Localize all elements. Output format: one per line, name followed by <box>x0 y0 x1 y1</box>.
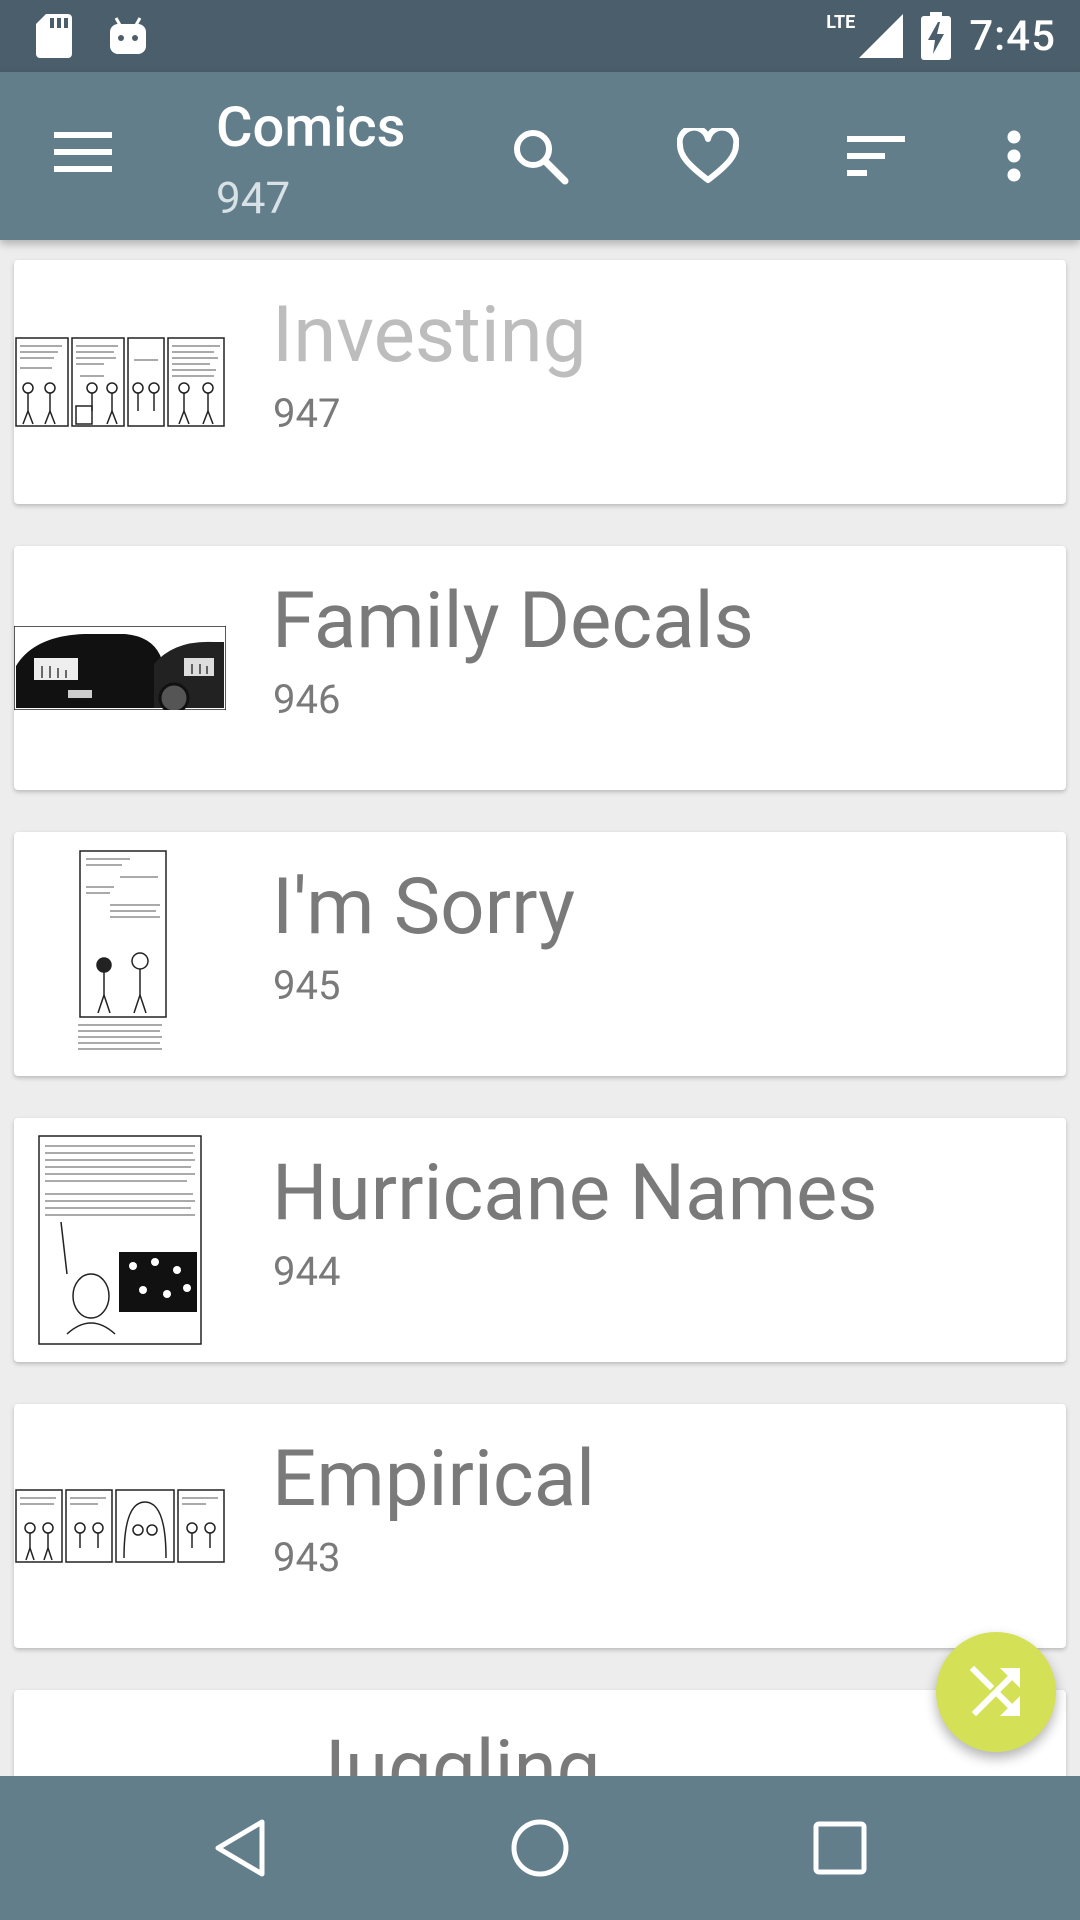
page-title: Comics <box>216 94 406 160</box>
android-icon <box>110 17 146 54</box>
comic-number: 945 <box>273 962 341 1009</box>
app-bar: Comics 947 <box>0 72 1080 240</box>
comic-card-empirical[interactable]: Empirical 943 <box>14 1404 1066 1648</box>
comic-title: Empirical <box>272 1434 596 1525</box>
shuffle-icon <box>970 1666 1021 1717</box>
comic-thumbnail <box>14 260 226 504</box>
comic-title: Juggling <box>302 1724 601 1776</box>
comic-number: 946 <box>273 676 341 723</box>
comic-number: 944 <box>273 1248 341 1295</box>
comic-card-juggling[interactable]: Juggling <box>14 1690 1066 1776</box>
signal-icon <box>859 14 904 58</box>
comic-title: Investing <box>272 290 587 381</box>
back-button[interactable] <box>204 1812 276 1884</box>
favorites-button[interactable] <box>672 120 744 192</box>
sort-icon <box>847 136 905 176</box>
menu-icon <box>54 132 112 172</box>
comic-card-im-sorry[interactable]: I'm Sorry 945 <box>14 832 1066 1076</box>
comic-thumbnail <box>14 832 226 1076</box>
home-icon <box>511 1819 569 1877</box>
comic-list[interactable]: Investing 947 Family Decals 946 I'm Sorr… <box>0 240 1080 1776</box>
comic-count: 947 <box>216 172 291 224</box>
recents-button[interactable] <box>804 1812 876 1884</box>
comic-title: Family Decals <box>272 576 754 667</box>
navigation-bar <box>0 1776 1080 1920</box>
more-vert-icon <box>1007 130 1021 182</box>
sort-button[interactable] <box>840 120 912 192</box>
more-options-button[interactable] <box>978 120 1050 192</box>
shuffle-button[interactable] <box>936 1632 1056 1752</box>
comic-thumbnail <box>14 1118 226 1362</box>
status-time: 7:45 <box>969 11 1056 61</box>
menu-button[interactable] <box>54 130 112 178</box>
battery-charging-icon <box>921 12 952 60</box>
back-icon <box>215 1819 265 1877</box>
sd-card-icon <box>36 14 72 58</box>
recents-icon <box>813 1821 867 1875</box>
status-bar: LTE 7:45 <box>0 0 1080 72</box>
comic-card-investing[interactable]: Investing 947 <box>14 260 1066 504</box>
comic-thumbnail <box>14 1404 226 1648</box>
comic-title: Hurricane Names <box>272 1148 878 1239</box>
network-type: LTE <box>826 11 856 33</box>
comic-title: I'm Sorry <box>272 862 576 953</box>
comic-number: 943 <box>273 1534 341 1581</box>
comic-card-family-decals[interactable]: Family Decals 946 <box>14 546 1066 790</box>
home-button[interactable] <box>504 1812 576 1884</box>
search-button[interactable] <box>504 120 576 192</box>
favorite-icon <box>677 128 739 183</box>
comic-card-hurricane-names[interactable]: Hurricane Names 944 <box>14 1118 1066 1362</box>
comic-thumbnail <box>14 546 226 790</box>
comic-number: 947 <box>273 390 341 437</box>
search-icon <box>514 130 569 185</box>
